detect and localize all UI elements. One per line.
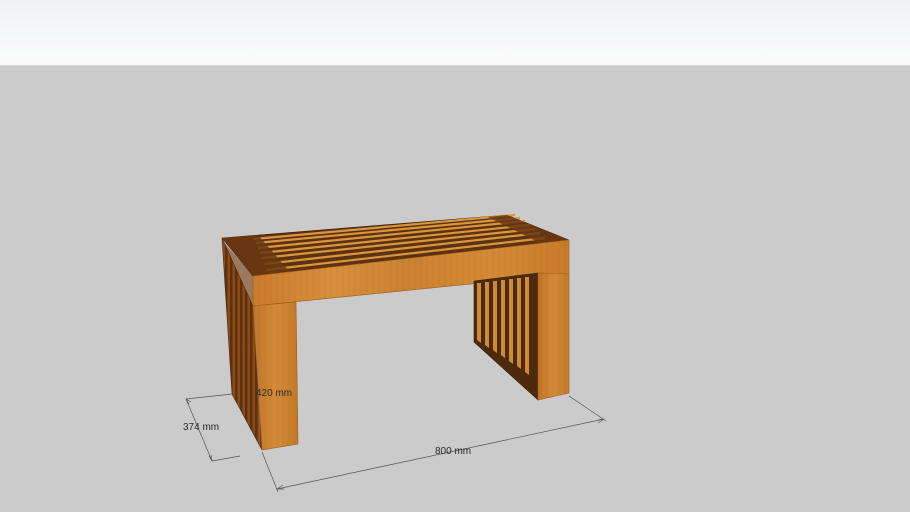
width-dimension-label: 800 mm [435, 446, 471, 457]
depth-dimension-label: 374 mm [183, 422, 219, 433]
3d-viewport[interactable]: 420 mm 374 mm 800 mm [0, 0, 910, 512]
bench-model[interactable]: 420 mm 374 mm 800 mm [0, 0, 910, 512]
width-dimension [261, 395, 607, 493]
height-dimension-label: 420 mm [256, 388, 292, 399]
